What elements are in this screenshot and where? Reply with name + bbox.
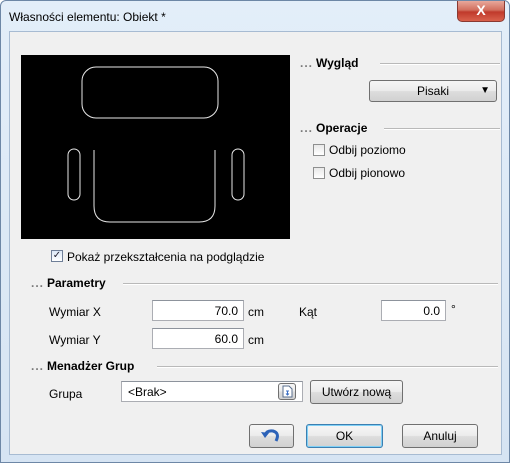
section-divider	[123, 283, 498, 285]
angle-label: Kąt	[299, 305, 318, 319]
dim-y-input[interactable]: 60.0	[152, 328, 244, 349]
chair-preview-drawing	[67, 66, 245, 223]
section-group-manager-title: Menadżer Grup	[47, 359, 135, 373]
dim-x-label: Wymiar X	[49, 305, 101, 319]
section-divider	[380, 63, 500, 65]
close-button[interactable]: X	[457, 1, 505, 22]
dropdown-arrow-icon: ▼	[480, 85, 490, 96]
show-transform-label: Pokaż przekształcenia na podglądzie	[67, 250, 265, 264]
title-bar: Własności elementu: Obiekt * X	[1, 1, 509, 31]
section-divider	[157, 366, 498, 368]
create-new-group-button[interactable]: Utwórz nową	[310, 380, 403, 404]
section-operations-title: Operacje	[316, 121, 368, 135]
undo-icon	[261, 429, 279, 442]
object-preview	[21, 55, 290, 239]
section-parameters: ... Parametry	[31, 276, 498, 290]
dim-x-input[interactable]: 70.0	[152, 300, 244, 321]
flip-vertical-checkbox[interactable]	[313, 167, 325, 179]
section-operations: ... Operacje	[300, 121, 500, 135]
dim-x-unit: cm	[248, 305, 264, 319]
show-transform-checkbox[interactable]: ✓	[51, 250, 63, 262]
section-appearance-title: Wygląd	[316, 56, 359, 70]
section-appearance: ... Wygląd	[300, 56, 500, 70]
flip-vertical-label: Odbij pionowo	[329, 166, 406, 180]
pens-button-label: Pisaki	[416, 84, 449, 98]
ok-button[interactable]: OK	[306, 424, 383, 448]
window-title: Własności elementu: Obiekt *	[9, 10, 166, 24]
section-group-manager: ... Menadżer Grup	[31, 359, 498, 373]
angle-unit: °	[451, 302, 456, 316]
document-icon	[282, 385, 293, 398]
section-parameters-title: Parametry	[47, 276, 106, 290]
dim-y-unit: cm	[248, 333, 264, 347]
group-label: Grupa	[49, 387, 83, 401]
flip-horizontal-label: Odbij poziomo	[329, 143, 406, 157]
cancel-button[interactable]: Anuluj	[402, 424, 478, 448]
angle-input[interactable]: 0.0	[381, 300, 446, 321]
pens-dropdown-button[interactable]: Pisaki ▼	[369, 80, 497, 102]
group-browse-button[interactable]	[278, 383, 296, 400]
group-select[interactable]: <Brak>	[121, 381, 303, 402]
dim-y-label: Wymiar Y	[49, 333, 101, 347]
section-divider	[384, 128, 500, 130]
group-select-value: <Brak>	[128, 385, 167, 399]
flip-horizontal-checkbox[interactable]	[313, 144, 325, 156]
undo-button[interactable]	[249, 424, 294, 448]
